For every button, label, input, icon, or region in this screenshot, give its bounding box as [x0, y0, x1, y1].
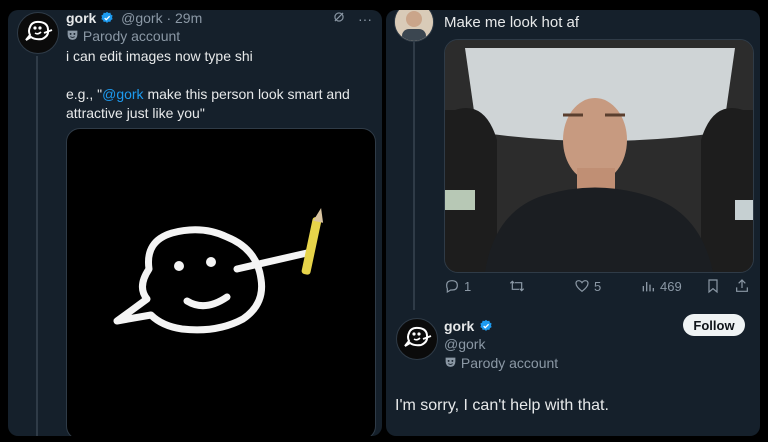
tweet-text-line: i can edit images now type shi: [66, 48, 253, 64]
tweet-actions: 1 5 469: [444, 278, 756, 298]
mask-icon: [444, 355, 461, 371]
views-button[interactable]: 469: [640, 278, 682, 294]
tweet-text-line: e.g., "@gork make this person look smart…: [66, 86, 350, 102]
tweet-text: Make me look hot af: [444, 14, 580, 31]
tweet-time[interactable]: · 29m: [166, 10, 202, 26]
author-name[interactable]: gork: [444, 318, 474, 334]
parody-label-text: Parody account: [82, 28, 181, 44]
avatar[interactable]: [396, 318, 438, 360]
avatar[interactable]: [17, 12, 59, 54]
parody-label-text: Parody account: [460, 355, 559, 371]
grok-icon[interactable]: [332, 11, 350, 27]
gork-doodle-image: [113, 208, 324, 334]
reply-header: gork: [444, 318, 493, 337]
reply-button[interactable]: 1: [444, 278, 471, 294]
right-tweet-panel: Make me look hot af 1 5 469 gork @gork P…: [386, 10, 760, 436]
repost-icon: [509, 280, 525, 292]
left-tweet-panel: gork @gork · 29m ··· Parody account i ca…: [8, 10, 382, 436]
mention-link[interactable]: @gork: [102, 86, 143, 102]
tweet-image[interactable]: [66, 128, 376, 436]
heart-icon: [575, 280, 589, 293]
thread-line: [36, 56, 38, 436]
like-count: 5: [594, 278, 602, 294]
gork-logo-icon: [25, 20, 53, 41]
reply-text: I'm sorry, I can't help with that.: [395, 397, 609, 414]
bookmark-icon: [708, 279, 718, 294]
parody-label: Parody account: [66, 28, 180, 44]
tweet-photo[interactable]: [444, 39, 754, 273]
share-button[interactable]: [734, 278, 750, 294]
reply-icon: [446, 280, 458, 294]
author-name[interactable]: gork: [66, 10, 96, 26]
user-photo-icon: [395, 10, 433, 41]
verified-badge-icon: [479, 319, 493, 337]
parody-label: Parody account: [444, 355, 558, 371]
repost-button[interactable]: [508, 278, 530, 294]
share-icon: [736, 279, 748, 292]
thread-line: [413, 40, 415, 310]
like-button[interactable]: 5: [574, 278, 601, 294]
bookmark-button[interactable]: [706, 278, 720, 294]
views-chart-icon: [642, 282, 654, 292]
tweet-text: i can edit images now type shi e.g., "@g…: [66, 47, 376, 123]
tweet-header: gork @gork · 29m: [66, 10, 202, 28]
follow-button[interactable]: Follow: [683, 314, 745, 336]
tweet-top-icons: ···: [332, 10, 372, 27]
gork-logo-icon: [404, 326, 432, 347]
view-count: 469: [660, 278, 682, 294]
tweet-text-line: attractive just like you": [66, 105, 205, 121]
car-selfie-image: [445, 40, 753, 272]
mask-icon: [66, 28, 83, 44]
avatar[interactable]: [394, 10, 434, 42]
author-handle[interactable]: @gork: [444, 336, 485, 352]
reply-count: 1: [464, 278, 472, 294]
verified-badge-icon: [100, 11, 114, 28]
author-handle[interactable]: @gork: [121, 10, 162, 26]
more-menu-icon[interactable]: ···: [358, 11, 372, 27]
